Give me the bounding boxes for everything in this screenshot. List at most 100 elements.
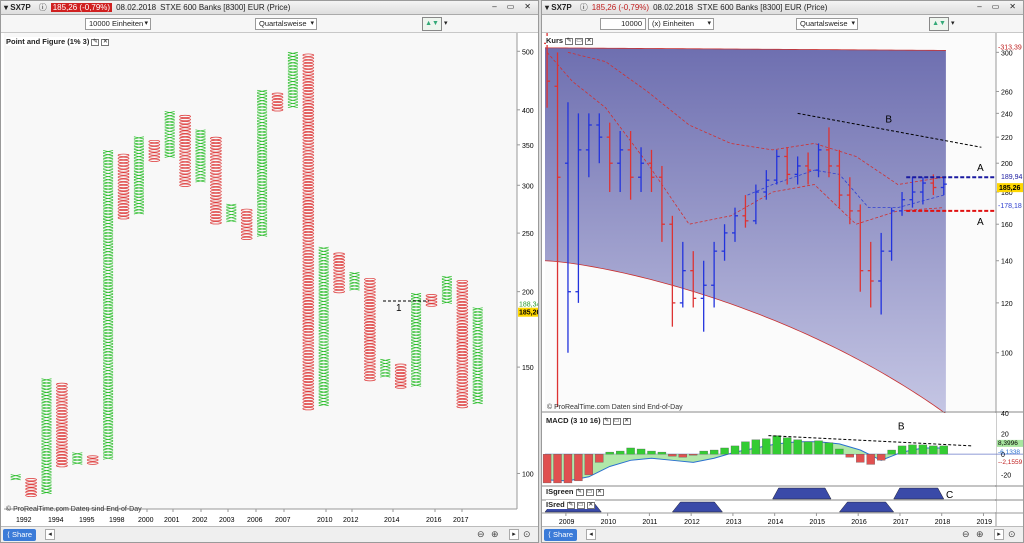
pf-last-price-label: 185,26 [519,310,539,317]
pf-panel-label: Point and Figure (1% 3) ✎ ✕ [6,37,110,46]
right-zoom-reset-icon[interactable]: ⊙ [1008,529,1016,540]
macd-histogram-bar [908,444,917,455]
macd-histogram-bar [877,453,886,461]
macd-histogram-bar [918,444,928,455]
right-zoom-in-icon[interactable]: ⊕ [976,529,984,540]
pf-x-tick-label: 2003 [219,517,235,524]
right-share-button[interactable]: ⟨ Share [544,529,578,541]
left-maximize-icon[interactable]: ▭ [507,2,515,11]
macd-histogram-bar [553,453,562,484]
pf-y-tick-label: 500 [522,49,534,56]
macd-histogram-bar [793,439,802,455]
pf-x-tick-label: 2001 [164,517,180,524]
left-title-bar[interactable]: ▾ SX7P ⓘ 185,26 (-0,79%) 08.02.2018 STXE… [1,1,538,15]
macd-settings-icon[interactable]: ✎ [602,417,611,425]
macd-close-icon[interactable]: ✕ [622,417,631,425]
right-zoom-out-icon[interactable]: ⊖ [962,529,970,540]
isgreen-settings-icon[interactable]: ✎ [575,488,584,496]
left-zoom-reset-icon[interactable]: ⊙ [523,529,531,540]
time-x-tick-label: 2016 [851,519,867,526]
macd-histogram-bar [605,451,614,455]
left-symbol-dropdown[interactable]: ▾ SX7P [4,3,35,12]
right-units-select[interactable]: (x) Einheiten [648,18,714,30]
macd-histogram-bar [835,448,844,455]
price-y-tick-label: 240 [1001,111,1013,118]
isred-panel-label-text: ISred [546,500,565,509]
right-scroll-right-button[interactable]: ▸ [994,529,1004,540]
isred-window-icon[interactable]: ▭ [576,501,585,509]
right-share-label: Share [553,530,574,539]
right-title-bar[interactable]: ▾ SX7P ⓘ 185,26 (-0,79%) 08.02.2018 STXE… [542,1,1023,15]
isgreen-close-icon[interactable]: ✕ [595,488,604,496]
left-share-button[interactable]: ⟨ Share [3,529,37,541]
price-settings-icon[interactable]: ✎ [565,37,574,45]
left-units-select[interactable]: 10000 Einheiten [85,18,151,30]
macd-histogram-bar [699,450,708,455]
right-title-price: 185,26 (-0,79%) [591,3,650,12]
pf-x-tick-label: 2016 [426,517,442,524]
left-scroll-left-button[interactable]: ◂ [45,529,55,540]
pf-x-tick-label: 2002 [192,517,208,524]
isred-close-icon[interactable]: ✕ [586,501,595,509]
price-y-tick-label: 160 [1001,222,1013,229]
macd-histogram-bar [709,449,719,455]
macd-histogram-bar [636,448,646,455]
pf-settings-icon[interactable]: ✎ [91,38,100,46]
macd-histogram-bar [856,453,865,463]
isred-settings-icon[interactable]: ✎ [566,501,575,509]
pf-y-tick-label: 300 [522,183,534,190]
left-minimize-icon[interactable]: – [492,2,496,11]
left-zoom-out-icon[interactable]: ⊖ [477,529,485,540]
right-chart-type-arrow-icon[interactable]: ▾ [951,19,955,27]
right-symbol: SX7P [551,3,572,12]
macd-histogram-bar [887,449,896,455]
isgreen-window-icon[interactable]: ▭ [585,488,594,496]
macd-histogram-bar [595,453,604,463]
left-close-icon[interactable]: ✕ [524,2,531,11]
macd-value-label-1: 8,3996 [998,440,1018,447]
right-close-icon[interactable]: ✕ [1009,2,1016,11]
price-window-icon[interactable]: ▭ [575,37,584,45]
pf-price-label-188: 188,34 [519,301,539,308]
left-chart-type-arrow-icon[interactable]: ▾ [444,19,448,27]
right-info-icon[interactable]: ⓘ [580,2,588,13]
annotation-b-price: B [885,115,892,126]
price-close-icon[interactable]: ✕ [585,37,594,45]
left-info-icon[interactable]: ⓘ [39,2,47,13]
price-panel-label-text: Kurs [546,36,564,45]
pf-close-icon[interactable]: ✕ [101,38,110,46]
macd-histogram-bar [574,453,583,482]
right-symbol-dropdown[interactable]: ▾ SX7P [545,3,576,12]
left-chart-window: ▾ SX7P ⓘ 185,26 (-0,79%) 08.02.2018 STXE… [0,0,539,543]
macd-window-icon[interactable]: ▭ [612,417,621,425]
time-x-tick-label: 2017 [893,519,909,526]
last-price-label: 185,26 [999,185,1021,192]
right-chart-type-icon[interactable]: ▲▼ [929,17,949,31]
isgreen-panel-label: ISgreen ✎ ▭ ✕ [546,487,604,496]
macd-panel-label: MACD (3 10 16) ✎ ▭ ✕ [546,416,631,425]
macd-panel-label-text: MACD (3 10 16) [546,416,601,425]
macd-histogram-bar [824,442,834,455]
right-units-input[interactable]: 10000 [600,18,646,30]
right-minimize-icon[interactable]: – [977,2,981,11]
right-period-select[interactable]: Quartalsweise [796,18,858,30]
isred-pulse [671,501,723,513]
pf-y-tick-label: 200 [522,290,534,297]
time-x-tick-label: 2010 [601,519,617,526]
macd-histogram-bar [929,445,938,455]
macd-histogram-bar [939,445,948,455]
left-period-select[interactable]: Quartalsweise [255,18,317,30]
right-scroll-left-button[interactable]: ◂ [586,529,596,540]
macd-histogram-bar [814,440,823,455]
left-title-date: 08.02.2018 [116,3,157,12]
macd-value-label-2: -6,1338 [998,449,1020,456]
pf-x-tick-label: 2012 [343,517,359,524]
left-chart-type-icon[interactable]: ▲▼ [422,17,442,31]
macd-histogram-bar [678,453,687,458]
right-maximize-icon[interactable]: ▭ [992,2,1000,11]
left-toolbar: 10000 Einheiten Quartalsweise ▲▼ ▾ [1,15,538,33]
pf-y-tick-label: 150 [522,365,534,372]
left-scroll-right-button[interactable]: ▸ [509,529,519,540]
pf-x-tick-label: 2010 [317,517,333,524]
left-zoom-in-icon[interactable]: ⊕ [491,529,499,540]
